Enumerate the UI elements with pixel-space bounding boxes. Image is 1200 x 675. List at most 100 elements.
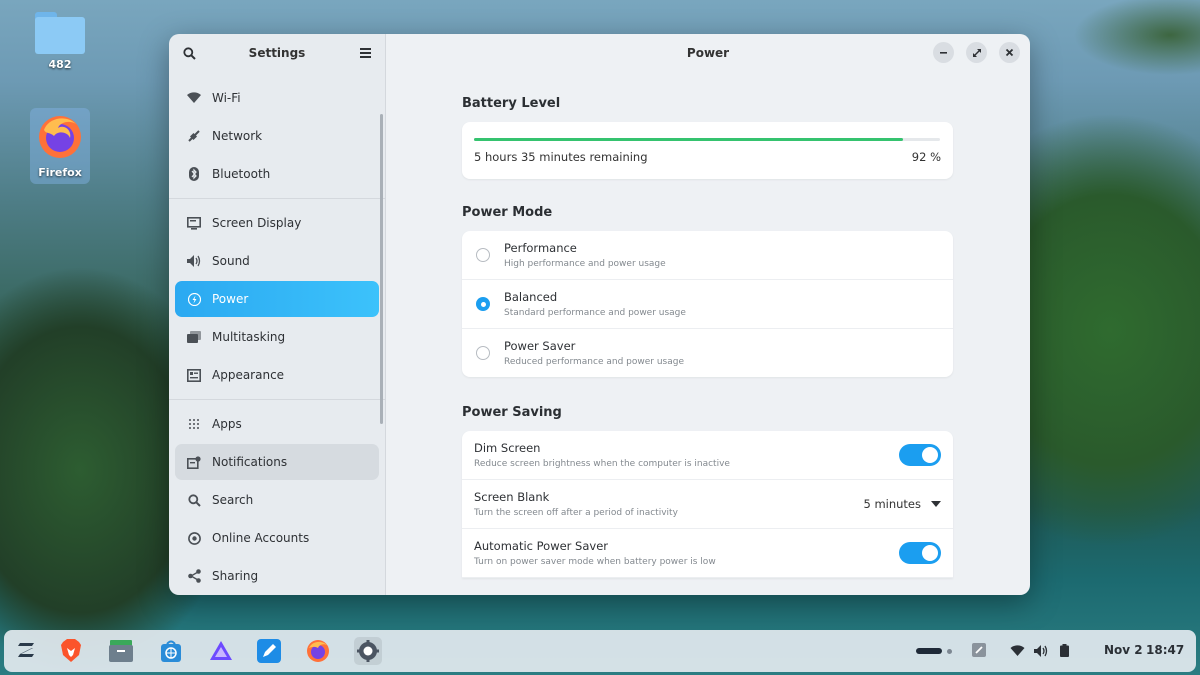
close-button[interactable] (999, 42, 1020, 63)
volume-tray-button[interactable] (1034, 642, 1048, 661)
setting-title: Automatic Power Saver (474, 539, 609, 553)
power-saving-section-title: Power Saving (462, 405, 562, 420)
search-icon (187, 493, 201, 507)
sidebar-divider (169, 198, 385, 199)
sidebar-item-notifications[interactable]: Notifications (175, 444, 379, 480)
sidebar-item-label: Sound (212, 254, 250, 268)
proton-vpn-icon (210, 641, 232, 660)
settings-button[interactable] (354, 637, 382, 665)
option-title: Power Saver (504, 339, 576, 353)
power-mode-balanced[interactable]: Balanced Standard performance and power … (462, 280, 953, 329)
sidebar-item-label: Notifications (212, 455, 288, 469)
text-editor-button[interactable] (256, 637, 282, 665)
dropdown-value: 5 minutes (863, 497, 921, 511)
desktop-firefox-label: Firefox (38, 166, 82, 179)
screen-blank-dropdown[interactable]: 5 minutes (863, 497, 941, 511)
firefox-icon (307, 640, 329, 662)
software-store-icon (161, 640, 181, 662)
main-header: Power (386, 34, 1030, 72)
notes-button[interactable] (972, 642, 986, 661)
battery-card: 5 hours 35 minutes remaining 92 % (462, 122, 953, 179)
sidebar-item-label: Network (212, 129, 263, 143)
desktop-folder[interactable]: 482 (30, 10, 90, 71)
battery-section-title: Battery Level (462, 96, 561, 111)
settings-icon (357, 640, 379, 662)
zorin-menu-icon (18, 643, 34, 657)
network-icon (187, 129, 201, 143)
sidebar-list: Wi-Fi Network Bluetooth Screen Display S… (169, 72, 385, 594)
dim-screen-row: Dim Screen Reduce screen brightness when… (462, 431, 953, 480)
bluetooth-icon (187, 167, 201, 181)
dim-screen-toggle[interactable] (899, 444, 941, 466)
software-store-button[interactable] (158, 637, 184, 665)
sidebar-item-label: Online Accounts (212, 531, 310, 545)
sidebar-item-appearance[interactable]: Appearance (175, 357, 379, 393)
minimize-button[interactable] (933, 42, 954, 63)
main-panel: Power Battery Level 5 hours 35 minutes r… (386, 34, 1030, 595)
workspace-dot-icon[interactable] (947, 648, 952, 654)
clock-date[interactable]: Nov 2 (1104, 643, 1143, 657)
sidebar-item-multitasking[interactable]: Multitasking (175, 319, 379, 355)
sidebar-scrollbar[interactable] (380, 114, 383, 424)
files-button[interactable] (108, 637, 134, 665)
setting-title: Screen Blank (474, 490, 550, 504)
sidebar-item-apps[interactable]: Apps (175, 406, 379, 442)
sidebar-item-wifi[interactable]: Wi-Fi (175, 80, 379, 116)
proton-vpn-button[interactable] (208, 637, 234, 665)
sidebar-item-label: Appearance (212, 368, 285, 382)
option-subtitle: Standard performance and power usage (504, 308, 686, 318)
workspace-indicator-icon[interactable] (916, 648, 942, 654)
option-title: Performance (504, 241, 577, 255)
menu-button[interactable] (357, 45, 373, 61)
sidebar-item-label: Apps (212, 417, 242, 431)
auto-power-saver-toggle[interactable] (899, 542, 941, 564)
battery-tray-button[interactable] (1060, 642, 1069, 661)
radio-button[interactable] (476, 248, 490, 262)
search-icon (182, 46, 196, 60)
sidebar-item-bluetooth[interactable]: Bluetooth (175, 156, 379, 192)
sidebar-divider (169, 399, 385, 400)
power-icon (187, 292, 201, 306)
sidebar-item-label: Multitasking (212, 330, 286, 344)
setting-title: Dim Screen (474, 441, 541, 455)
sidebar-item-search[interactable]: Search (175, 482, 379, 518)
maximize-button[interactable] (966, 42, 987, 63)
system-tray (916, 630, 1069, 672)
speaker-icon (187, 254, 201, 268)
power-mode-performance[interactable]: Performance High performance and power u… (462, 231, 953, 280)
battery-icon (1060, 643, 1069, 657)
settings-window: Settings Wi-Fi Network Bluetooth Screen … (169, 34, 1030, 595)
sidebar-item-power[interactable]: Power (175, 281, 379, 317)
search-button[interactable] (181, 45, 197, 61)
sidebar-item-sound[interactable]: Sound (175, 243, 379, 279)
notes-icon (972, 642, 986, 657)
appearance-icon (187, 368, 201, 382)
files-icon (109, 640, 133, 662)
brave-button[interactable] (58, 637, 84, 665)
power-content: Battery Level 5 hours 35 minutes remaini… (462, 96, 953, 578)
desktop-folder-label: 482 (48, 58, 72, 71)
caret-down-icon (931, 501, 941, 507)
sidebar-item-sharing[interactable]: Sharing (175, 558, 379, 594)
share-icon (187, 569, 201, 583)
radio-button[interactable] (476, 346, 490, 360)
notifications-icon (187, 455, 201, 469)
zorin-menu-button[interactable] (14, 637, 40, 665)
network-tray-button[interactable] (1010, 642, 1025, 661)
desktop-firefox[interactable]: Firefox (30, 108, 90, 184)
sidebar-item-online-accounts[interactable]: Online Accounts (175, 520, 379, 556)
sidebar-item-label: Search (212, 493, 254, 507)
radio-button-selected[interactable] (476, 297, 490, 311)
sidebar-item-screen-display[interactable]: Screen Display (175, 205, 379, 241)
auto-power-saver-row: Automatic Power Saver Turn on power save… (462, 529, 953, 578)
firefox-button[interactable] (305, 637, 331, 665)
clock-time[interactable]: 18:47 (1146, 643, 1184, 657)
sidebar-item-network[interactable]: Network (175, 118, 379, 154)
power-mode-power-saver[interactable]: Power Saver Reduced performance and powe… (462, 329, 953, 377)
setting-subtitle: Turn on power saver mode when battery po… (474, 557, 716, 567)
setting-subtitle: Turn the screen off after a period of in… (474, 508, 678, 518)
brave-icon (61, 639, 81, 662)
apps-grid-icon (187, 417, 201, 431)
close-icon (1005, 48, 1014, 57)
option-subtitle: High performance and power usage (504, 259, 666, 269)
